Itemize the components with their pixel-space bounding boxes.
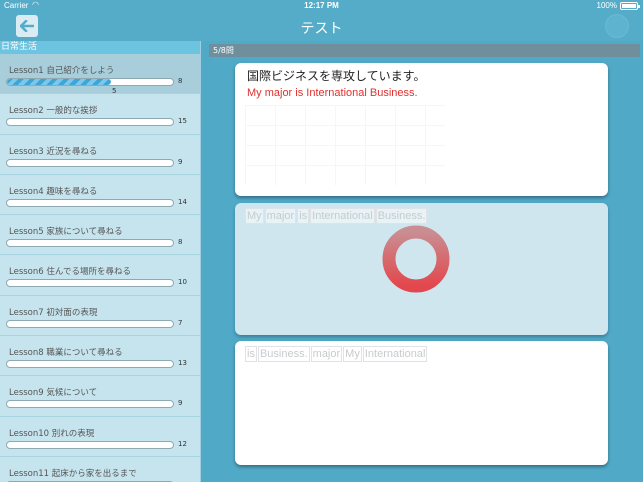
lesson-total: 9 (178, 399, 183, 408)
status-time: 12:17 PM (304, 1, 339, 10)
battery-icon (620, 2, 640, 10)
lesson-item[interactable]: Lesson5 家族について尋ねる 8 (0, 215, 200, 256)
lesson-total: 8 (178, 238, 183, 247)
lesson-total: 13 (178, 359, 187, 368)
lesson-title: Lesson9 気候について (9, 388, 98, 399)
lesson-progress-bar (6, 78, 174, 86)
lesson-title: Lesson7 初対面の表現 (9, 307, 98, 318)
test-panel: 5/8問 国際ビジネスを専攻しています。 My major is Interna… (202, 41, 643, 482)
lesson-progress-bar (6, 198, 174, 207)
answer-area[interactable]: My major is International Business. (235, 203, 608, 335)
correct-circle-icon (382, 225, 450, 293)
lesson-total: 9 (178, 157, 183, 166)
lesson-item[interactable]: Lesson7 初対面の表現 7 (0, 295, 200, 337)
answer-word[interactable]: is (297, 208, 310, 224)
question-counter: 5/8問 (209, 44, 640, 57)
lesson-progress-bar (6, 360, 174, 369)
choice-word[interactable]: Business. (257, 346, 310, 362)
lesson-progress-fill (7, 79, 111, 85)
translation-text: My major is International Business. (247, 87, 418, 99)
choice-word[interactable]: is (245, 346, 257, 362)
lesson-total: 8 (178, 77, 183, 85)
choices-area: is Business. major My International (235, 341, 608, 465)
page-title: テスト (300, 21, 343, 37)
lesson-total: 10 (178, 278, 187, 287)
lesson-title: Lesson11 起床から家を出るまで (9, 468, 137, 479)
lesson-item[interactable]: Lesson3 近況を尋ねる 9 (0, 134, 200, 175)
lesson-progress-bar (6, 158, 174, 167)
choice-word[interactable]: International (362, 346, 428, 362)
lesson-total: 12 (178, 439, 187, 448)
lesson-item[interactable]: Lesson11 起床から家を出るまで (0, 456, 200, 482)
lesson-item[interactable]: Lesson6 住んでる場所を尋ねる 10 (0, 255, 200, 296)
choice-word[interactable]: major (310, 346, 343, 362)
lesson-progress-bar (6, 440, 174, 449)
nav-bar: テスト (0, 12, 643, 41)
lesson-item[interactable]: Lesson9 気候について 9 (0, 376, 200, 417)
answer-word[interactable]: International (310, 208, 375, 224)
question-text: 国際ビジネスを専攻しています。 (247, 69, 426, 83)
question-card: 国際ビジネスを専攻しています。 My major is Internationa… (235, 63, 608, 196)
choice-word[interactable]: My (343, 346, 362, 362)
answer-word[interactable]: Business. (375, 208, 428, 224)
status-bar: Carrier ◠ 12:17 PM 100% (0, 0, 643, 12)
lesson-progress-bar (6, 319, 174, 328)
lesson-title: Lesson6 住んでる場所を尋ねる (9, 267, 131, 278)
lesson-total: 15 (178, 117, 187, 126)
lesson-title: Lesson10 別れの表現 (9, 428, 95, 439)
status-circle-icon (605, 14, 629, 38)
background-grid (245, 105, 445, 185)
lesson-title: Lesson8 職業について尋ねる (9, 348, 123, 359)
lesson-item[interactable]: Lesson1 自己紹介をしよう 8 5 (0, 54, 200, 95)
lesson-item[interactable]: Lesson2 一般的な挨拶 15 (0, 94, 200, 135)
lesson-sidebar: 日常生活 Lesson1 自己紹介をしよう 8 5 Lesson2 一般的な挨拶… (0, 41, 201, 482)
lesson-title: Lesson4 趣味を尋ねる (9, 186, 98, 197)
lesson-title: Lesson5 家族について尋ねる (9, 227, 123, 238)
lesson-progress-bar (6, 400, 174, 409)
sidebar-section-header: 日常生活 (0, 41, 200, 54)
lesson-item[interactable]: Lesson10 別れの表現 12 (0, 416, 200, 457)
lesson-progress-bar (6, 239, 174, 248)
lesson-total: 14 (178, 197, 187, 206)
answer-word[interactable]: major (264, 208, 297, 224)
lesson-progress-bar (6, 279, 174, 288)
lesson-total: 7 (178, 318, 183, 327)
lesson-title: Lesson1 自己紹介をしよう (9, 66, 115, 76)
lesson-item[interactable]: Lesson8 職業について尋ねる 13 (0, 336, 200, 377)
lesson-item[interactable]: Lesson4 趣味を尋ねる 14 (0, 174, 200, 216)
choice-word-row: is Business. major My International (245, 346, 428, 362)
battery-percent: 100% (596, 1, 617, 10)
lesson-title: Lesson2 一般的な挨拶 (9, 106, 98, 117)
lesson-progress-bar (6, 118, 174, 127)
lesson-title: Lesson3 近況を尋ねる (9, 146, 98, 157)
answer-word-row: My major is International Business. (245, 208, 428, 224)
answer-word[interactable]: My (245, 208, 264, 224)
